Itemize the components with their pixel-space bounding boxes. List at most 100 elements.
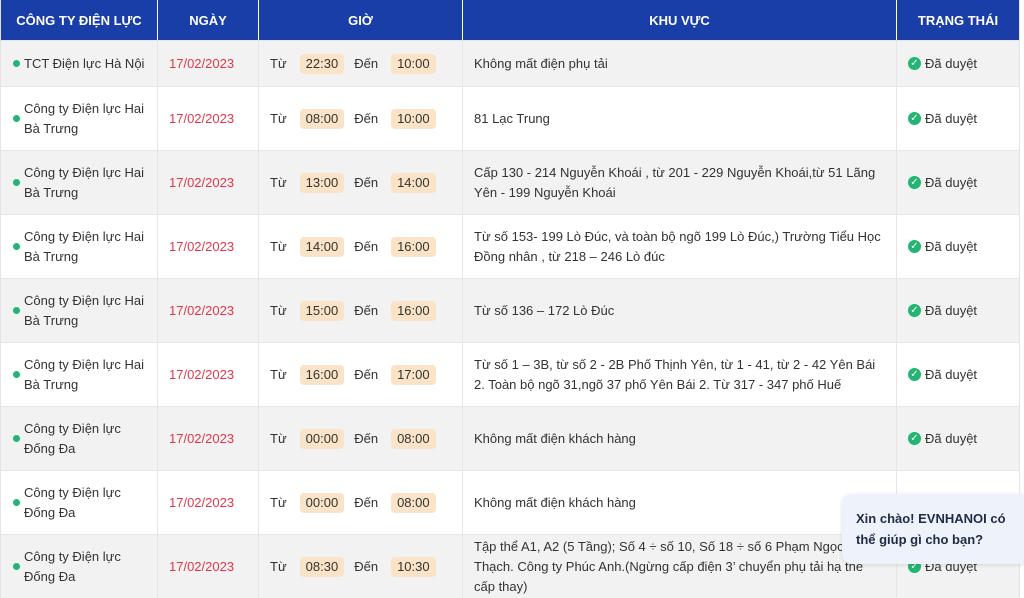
company-cell: TCT Điện lực Hà Nội (1, 41, 158, 86)
from-label: Từ (270, 495, 287, 510)
area-cell: Từ số 153- 199 Lò Đúc, và toàn bộ ngõ 19… (463, 215, 897, 278)
green-dot-icon (13, 243, 20, 250)
company-cell: Công ty Điện lực Hai Bà Trưng (1, 279, 158, 342)
start-time: 08:30 (299, 556, 345, 577)
start-time: 00:00 (299, 492, 345, 513)
green-dot-icon (13, 563, 20, 570)
company-name: Công ty Điện lực Hai Bà Trưng (24, 228, 144, 264)
area-cell: Không mất điện khách hàng (463, 471, 897, 534)
status-text: Đã duyệt (925, 56, 978, 71)
company-cell: Công ty Điện lực Đống Đa (1, 471, 158, 534)
start-time: 22:30 (299, 53, 345, 74)
status-cell: ✓ Đã duyệt (897, 407, 1019, 470)
company-name: TCT Điện lực Hà Nội (24, 55, 145, 71)
end-time: 16:00 (391, 300, 436, 321)
start-time: 13:00 (299, 172, 345, 193)
from-label: Từ (270, 239, 287, 254)
status-cell: ✓ Đã duyệt (897, 87, 1019, 150)
check-circle-icon: ✓ (908, 368, 921, 381)
status-cell: ✓ Đã duyệt (897, 279, 1019, 342)
status-text: Đã duyệt (925, 303, 978, 318)
green-dot-icon (13, 435, 20, 442)
company-name: Công ty Điện lực Hai Bà Trưng (24, 356, 144, 392)
company-cell: Công ty Điện lực Hai Bà Trưng (1, 87, 158, 150)
to-label: Đến (354, 367, 379, 382)
company-cell: Công ty Điện lực Hai Bà Trưng (1, 215, 158, 278)
end-time: 08:00 (391, 492, 436, 513)
header-date: NGÀY (158, 0, 259, 40)
table-row: Công ty Điện lực Đống Đa 17/02/2023 Từ 00:0… (1, 406, 1019, 470)
table-row: Công ty Điện lực Hai Bà Trưng 17/02/2023 T… (1, 86, 1019, 150)
to-label: Đến (354, 303, 379, 318)
date-cell: 17/02/2023 (158, 151, 259, 214)
company-name: Công ty Điện lực Đống Đa (24, 548, 121, 584)
check-circle-icon: ✓ (908, 57, 921, 70)
green-dot-icon (13, 115, 20, 122)
company-name: Công ty Điện lực Hai Bà Trưng (24, 292, 144, 328)
start-time: 08:00 (299, 108, 345, 129)
status-text: Đã duyệt (925, 175, 978, 190)
table-row: Công ty Điện lực Hai Bà Trưng 17/02/2023 T… (1, 150, 1019, 214)
time-cell: Từ 22:30 Đến 10:00 (259, 41, 463, 86)
area-cell: Không mất điện phụ tải (463, 41, 897, 86)
company-name: Công ty Điện lực Hai Bà Trưng (24, 100, 144, 136)
status-text: Đã duyệt (925, 111, 978, 126)
area-cell: Từ số 136 – 172 Lò Đúc (463, 279, 897, 342)
check-circle-icon: ✓ (908, 240, 921, 253)
company-cell: Công ty Điện lực Đống Đa (1, 407, 158, 470)
green-dot-icon (13, 179, 20, 186)
time-cell: Từ 00:00 Đến 08:00 (259, 407, 463, 470)
date-cell: 17/02/2023 (158, 87, 259, 150)
end-time: 10:30 (391, 556, 436, 577)
to-label: Đến (354, 431, 379, 446)
from-label: Từ (270, 111, 287, 126)
end-time: 10:00 (391, 108, 436, 129)
green-dot-icon (13, 307, 20, 314)
table-row: TCT Điện lực Hà Nội 17/02/2023 Từ 22:30 Đến 1… (1, 40, 1019, 86)
from-label: Từ (270, 559, 287, 574)
date-cell: 17/02/2023 (158, 343, 259, 406)
date-cell: 17/02/2023 (158, 215, 259, 278)
time-cell: Từ 15:00 Đến 16:00 (259, 279, 463, 342)
company-cell: Công ty Điện lực Hai Bà Trưng (1, 151, 158, 214)
start-time: 16:00 (299, 364, 345, 385)
green-dot-icon (13, 371, 20, 378)
table-row: Công ty Điện lực Hai Bà Trưng 17/02/2023 T… (1, 214, 1019, 278)
end-time: 10:00 (391, 53, 436, 74)
to-label: Đến (354, 175, 379, 190)
check-circle-icon: ✓ (908, 112, 921, 125)
check-circle-icon: ✓ (908, 432, 921, 445)
from-label: Từ (270, 56, 287, 71)
from-label: Từ (270, 303, 287, 318)
table-row: Công ty Điện lực Hai Bà Trưng 17/02/2023 T… (1, 278, 1019, 342)
status-cell: ✓ Đã duyệt (897, 215, 1019, 278)
area-cell: 81 Lạc Trung (463, 87, 897, 150)
company-name: Công ty Điện lực Đống Đa (24, 484, 121, 520)
status-cell: ✓ Đã duyệt (897, 41, 1019, 86)
date-cell: 17/02/2023 (158, 41, 259, 86)
time-cell: Từ 16:00 Đến 17:00 (259, 343, 463, 406)
from-label: Từ (270, 431, 287, 446)
company-name: Công ty Điện lực Đống Đa (24, 420, 121, 456)
table-row: Công ty Điện lực Hai Bà Trưng 17/02/2023 T… (1, 342, 1019, 406)
start-time: 15:00 (299, 300, 345, 321)
to-label: Đến (354, 111, 379, 126)
from-label: Từ (270, 175, 287, 190)
chat-bubble[interactable]: Xin chào! EVNHANOI có thể giúp gì cho bạ… (842, 494, 1024, 564)
header-time: GIỜ (259, 0, 463, 40)
table-header: CÔNG TY ĐIỆN LỰC NGÀY GIỜ KHU VỰC TRẠNG … (1, 0, 1019, 40)
status-cell: ✓ Đã duyệt (897, 151, 1019, 214)
time-cell: Từ 13:00 Đến 14:00 (259, 151, 463, 214)
green-dot-icon (13, 499, 20, 506)
header-status: TRẠNG THÁI (917, 12, 999, 28)
start-time: 00:00 (299, 428, 345, 449)
time-cell: Từ 14:00 Đến 16:00 (259, 215, 463, 278)
to-label: Đến (354, 239, 379, 254)
chat-message: Xin chào! EVNHANOI có thể giúp gì cho bạ… (856, 511, 1006, 547)
status-text: Đã duyệt (925, 431, 978, 446)
end-time: 14:00 (391, 172, 436, 193)
from-label: Từ (270, 367, 287, 382)
status-cell: ✓ Đã duyệt (897, 343, 1019, 406)
date-cell: 17/02/2023 (158, 471, 259, 534)
company-name: Công ty Điện lực Hai Bà Trưng (24, 164, 144, 200)
